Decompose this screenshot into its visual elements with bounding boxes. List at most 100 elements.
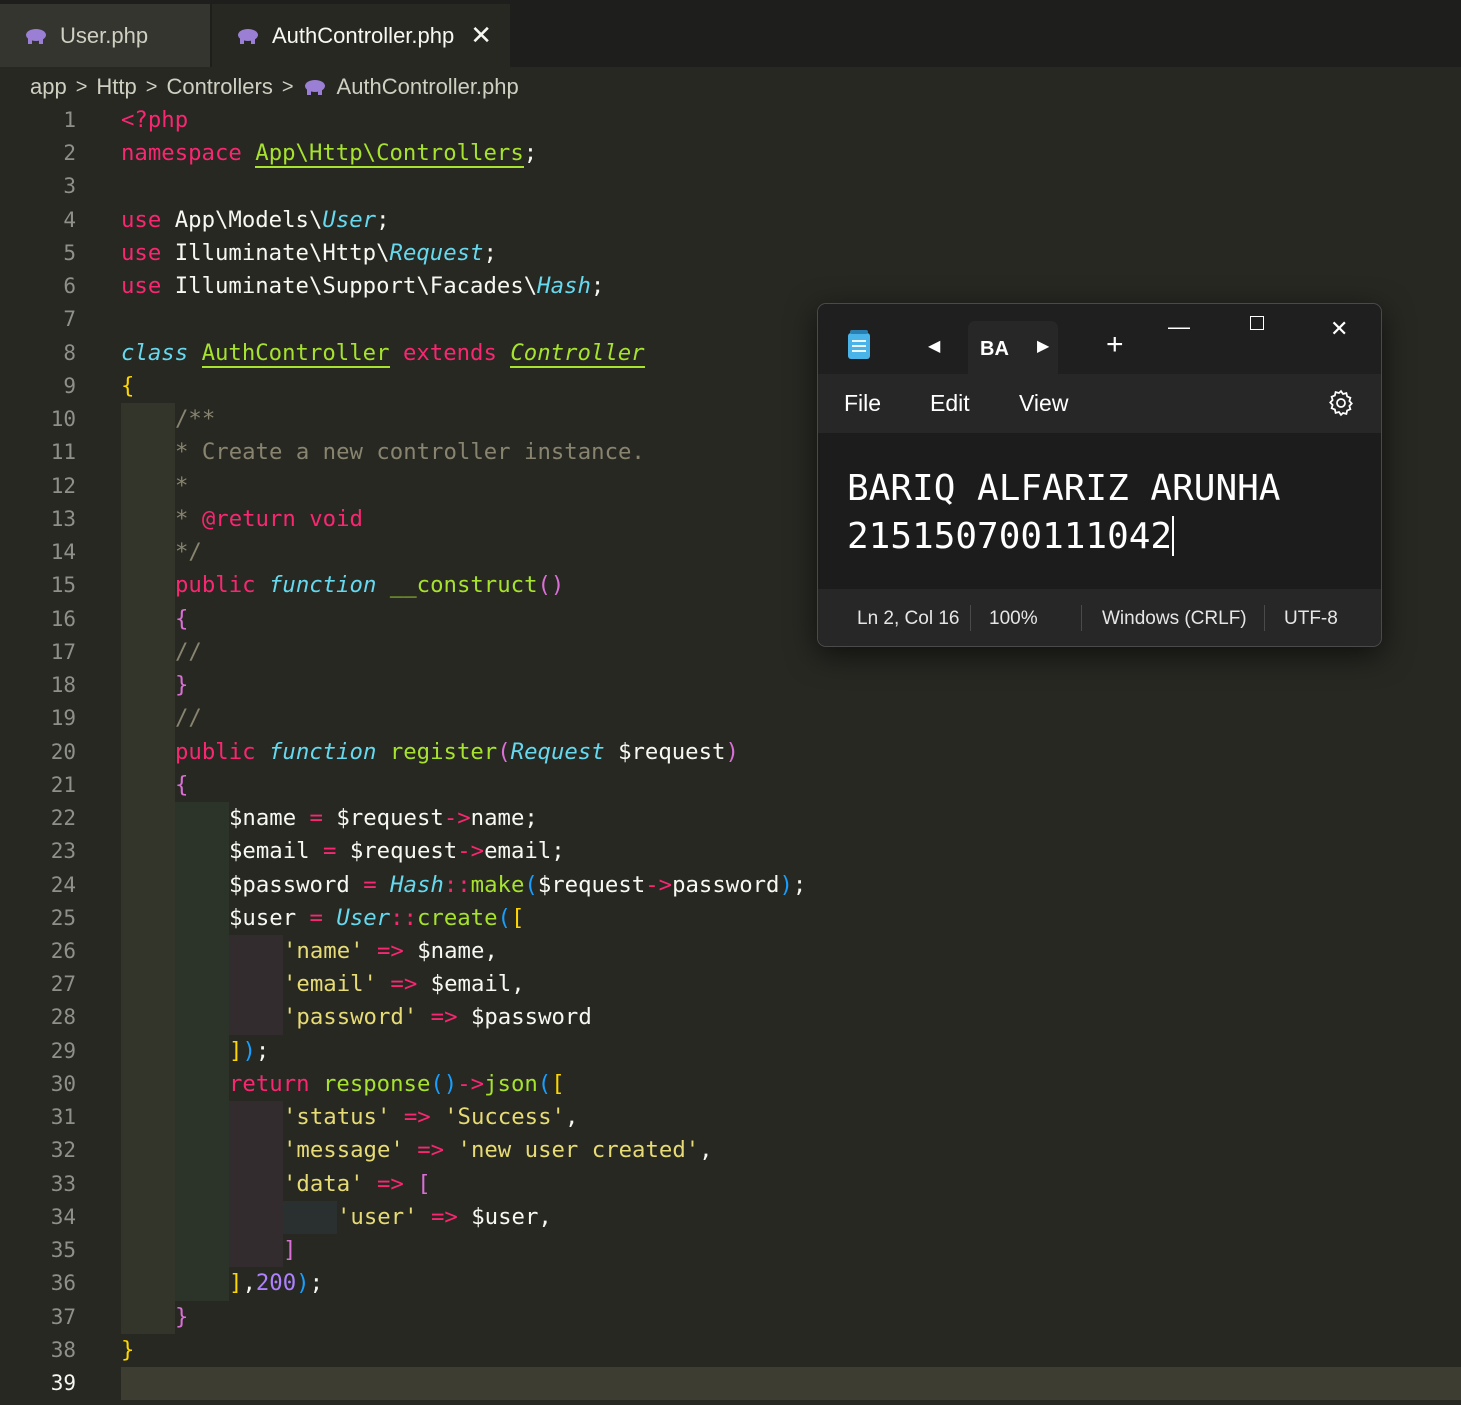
indent-guide — [121, 835, 175, 869]
indent-guide — [121, 403, 175, 437]
code-text: } — [175, 672, 189, 699]
arrow-left-icon[interactable]: ◀ — [928, 336, 940, 356]
indent-guide — [229, 1200, 283, 1235]
line-number: 16 — [50, 606, 76, 631]
code-line: 2 namespace App\Http\Controllers; — [0, 137, 1461, 170]
menu-file[interactable]: File — [844, 390, 881, 417]
line-number: 2 — [63, 141, 76, 166]
indent-guide — [121, 735, 175, 769]
current-line: 39 — [0, 1367, 1461, 1401]
indent-guide — [175, 1101, 229, 1135]
line-number: 20 — [50, 739, 76, 764]
line-number: 21 — [50, 772, 76, 797]
line-number: 3 — [63, 174, 76, 199]
code-text: use Illuminate\Support\Facades\Hash; — [121, 273, 605, 300]
code-line: 26 'name' => $name, — [0, 935, 1461, 969]
code-line: 25 $user = User::create([ — [0, 901, 1461, 935]
code-text: 'data' => [ — [283, 1170, 431, 1197]
breadcrumb-controllers[interactable]: Controllers — [166, 74, 272, 100]
line-number: 26 — [50, 939, 76, 963]
arrow-right-icon[interactable]: ▶ — [1037, 336, 1049, 356]
line-number: 13 — [50, 506, 76, 531]
code-text: 'status' => 'Success', — [283, 1104, 579, 1131]
code-text: return response()->json([ — [229, 1070, 565, 1097]
line-number: 10 — [50, 407, 76, 432]
line-number: 30 — [50, 1071, 76, 1096]
line-number: 11 — [50, 440, 76, 465]
close-icon[interactable]: ✕ — [470, 20, 492, 51]
code-line: 31 'status' => 'Success', — [0, 1101, 1461, 1135]
tab-authcontroller-php[interactable]: AuthController.php ✕ — [212, 4, 510, 67]
line-number: 32 — [50, 1138, 76, 1163]
tab-user-php[interactable]: User.php — [0, 4, 210, 67]
line-number: 31 — [50, 1105, 76, 1130]
close-icon[interactable]: ✕ — [1330, 316, 1348, 342]
code-text: class AuthController extends Controller — [121, 339, 645, 368]
code-text: 'email' => $email, — [283, 971, 525, 998]
notepad-title-bar[interactable]: ◀ BA ▶ + — ✕ — [818, 304, 1381, 374]
indent-guide — [175, 1067, 229, 1102]
indent-guide — [121, 1234, 175, 1268]
line-number: 6 — [63, 274, 76, 299]
notepad-window[interactable]: ◀ BA ▶ + — ✕ File Edit View BARIQ ALFARI… — [817, 303, 1382, 647]
line-number: 34 — [50, 1204, 76, 1229]
code-line: 20 public function register(Request $req… — [0, 735, 1461, 769]
menu-view[interactable]: View — [1019, 390, 1068, 417]
gear-icon[interactable] — [1326, 388, 1356, 418]
status-zoom[interactable]: 100% — [989, 608, 1038, 630]
php-elephant-icon — [238, 28, 258, 44]
notepad-icon — [848, 330, 870, 359]
indent-guide — [175, 968, 229, 1002]
line-number: 28 — [50, 1005, 76, 1030]
code-text: <?php — [121, 107, 189, 133]
code-line: 34 'user' => $user, — [0, 1200, 1461, 1235]
code-text: ],200); — [229, 1270, 324, 1297]
indent-guide — [121, 602, 175, 636]
line-number: 5 — [63, 240, 76, 265]
code-text: { — [175, 771, 189, 798]
indent-guide — [121, 469, 175, 503]
code-text: ]); — [229, 1037, 270, 1064]
indent-guide — [175, 802, 229, 836]
notepad-text-area[interactable]: BARIQ ALFARIZ ARUNHA 215150700111042 — [818, 433, 1381, 589]
indent-guide — [175, 1034, 229, 1068]
code-text: /** — [175, 406, 216, 433]
breadcrumb-app[interactable]: app — [30, 74, 67, 100]
code-text: */ — [175, 539, 202, 566]
line-number: 23 — [50, 839, 76, 864]
line-number: 35 — [50, 1238, 76, 1263]
menu-edit[interactable]: Edit — [930, 390, 970, 417]
breadcrumb-http[interactable]: Http — [96, 74, 136, 100]
indent-guide — [121, 569, 175, 603]
breadcrumb-file[interactable]: AuthController.php — [337, 74, 519, 100]
indent-guide — [175, 1134, 229, 1168]
breadcrumb: app > Http > Controllers > AuthControlle… — [30, 70, 519, 104]
minimize-icon[interactable]: — — [1168, 314, 1190, 340]
indent-guide — [175, 835, 229, 869]
chevron-right-icon: > — [281, 75, 294, 98]
notepad-content[interactable]: BARIQ ALFARIZ ARUNHA 215150700111042 — [847, 465, 1280, 561]
chevron-right-icon: > — [75, 75, 88, 98]
maximize-icon[interactable] — [1250, 316, 1264, 330]
code-line: 3 — [0, 170, 1461, 203]
code-line: 5 use Illuminate\Http\Request; — [0, 237, 1461, 270]
line-number: 19 — [50, 706, 76, 731]
line-number: 15 — [50, 573, 76, 598]
notepad-status-bar: Ln 2, Col 16 100% Windows (CRLF) UTF-8 — [818, 589, 1381, 646]
plus-icon[interactable]: + — [1106, 328, 1124, 362]
indent-guide — [175, 935, 229, 969]
indent-guide — [121, 768, 175, 803]
indent-guide — [121, 436, 175, 470]
code-line: 21 { — [0, 768, 1461, 803]
code-editor[interactable]: 1 <?php 2 namespace App\Http\Controllers… — [0, 104, 1461, 1405]
code-line: 28 'password' => $password — [0, 1001, 1461, 1035]
indent-guide — [121, 1134, 175, 1168]
indent-guide — [121, 669, 175, 703]
code-line: 24 $password = Hash::make($request->pass… — [0, 868, 1461, 902]
php-elephant-icon — [304, 80, 325, 95]
code-text: use App\Models\User; — [121, 206, 390, 233]
code-text: public function register(Request $reques… — [175, 738, 739, 765]
code-line: 37 } — [0, 1300, 1461, 1334]
line-number: 38 — [50, 1337, 76, 1362]
indent-guide — [175, 1267, 229, 1301]
